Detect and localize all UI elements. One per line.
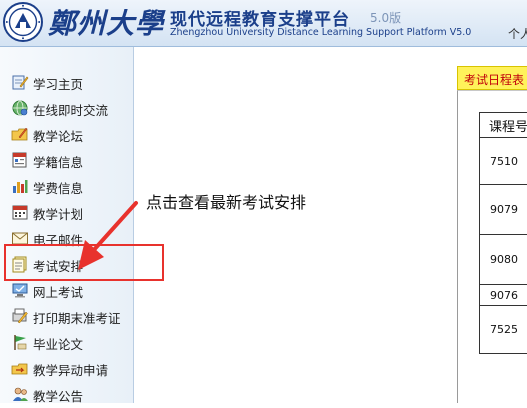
table-cell-course-no: 9076 xyxy=(480,285,527,306)
notebook-pencil-icon xyxy=(11,73,29,91)
sidebar-item-thesis[interactable]: 毕业论文 xyxy=(0,330,133,356)
chat-globe-icon xyxy=(11,99,29,117)
fee-chart-icon xyxy=(11,177,29,195)
table-row: 9079 xyxy=(480,185,527,235)
university-logo-text: 鄭州大學 xyxy=(48,2,164,42)
sidebar-item-label: 毕业论文 xyxy=(33,334,83,353)
change-request-icon xyxy=(11,359,29,377)
tab-exam-schedule[interactable]: 考试日程表 xyxy=(457,66,527,90)
sidebar-item-print-admission-ticket[interactable]: 打印期末准考证 xyxy=(0,304,133,330)
table-cell-course-no: 7510 xyxy=(480,138,527,185)
print-pencil-icon xyxy=(11,307,29,325)
sidebar-item-tuition[interactable]: 学费信息 xyxy=(0,174,133,200)
table-row: 9080 xyxy=(480,235,527,285)
table-cell-course-no: 7525 xyxy=(480,306,527,354)
platform-title-en: Zhengzhou University Distance Learning S… xyxy=(170,27,471,38)
thesis-flag-icon xyxy=(11,333,29,351)
sidebar-item-forum[interactable]: 教学论坛 xyxy=(0,122,133,148)
sidebar-item-label: 打印期末准考证 xyxy=(33,308,121,327)
tab-label: 考试日程表 xyxy=(464,71,524,88)
sidebar-item-label: 教学论坛 xyxy=(33,126,83,145)
university-seal-icon xyxy=(3,2,43,42)
sidebar-item-label: 教学计划 xyxy=(33,204,83,223)
forum-folder-icon xyxy=(11,125,29,143)
table-header-row: 课程号 xyxy=(480,113,527,138)
student-record-icon xyxy=(11,151,29,169)
table-cell-course-no: 9080 xyxy=(480,235,527,285)
sidebar-item-label: 学费信息 xyxy=(33,178,83,197)
table-row: 7510 xyxy=(480,138,527,185)
nav-list: 学习主页 在线即时交流 教学论坛 xyxy=(0,70,133,408)
table-cell-course-no: 9079 xyxy=(480,185,527,235)
table-row: 7525 xyxy=(480,306,527,354)
column-header-course-no: 课程号 xyxy=(480,113,527,138)
sidebar-item-online-chat[interactable]: 在线即时交流 xyxy=(0,96,133,122)
table-row: 9076 xyxy=(480,285,527,306)
announcement-icon xyxy=(11,385,29,403)
online-exam-icon xyxy=(11,281,29,299)
sidebar-item-study-home[interactable]: 学习主页 xyxy=(0,70,133,96)
annotation-hint-text: 点击查看最新考试安排 xyxy=(146,189,306,213)
sidebar-item-label: 学习主页 xyxy=(33,74,83,93)
sidebar-item-label: 学籍信息 xyxy=(33,152,83,171)
annotation-highlight-box xyxy=(4,244,164,281)
sidebar-item-online-exam[interactable]: 网上考试 xyxy=(0,278,133,304)
exam-schedule-table: 课程号 7510 9079 9080 9076 7525 xyxy=(479,112,527,354)
sidebar-item-change-request[interactable]: 教学异动申请 xyxy=(0,356,133,382)
sidebar-item-label: 在线即时交流 xyxy=(33,100,108,119)
sidebar-item-label: 教学异动申请 xyxy=(33,360,108,379)
sidebar-nav: 学习主页 在线即时交流 教学论坛 xyxy=(0,47,134,403)
sidebar-item-label: 教学公告 xyxy=(33,386,83,405)
header-personal-link[interactable]: 个人 xyxy=(508,25,527,42)
platform-version: 5.0版 xyxy=(370,9,401,26)
sidebar-item-label: 网上考试 xyxy=(33,282,83,301)
calendar-icon xyxy=(11,203,29,221)
sidebar-item-announcement[interactable]: 教学公告 xyxy=(0,382,133,408)
sidebar-item-student-record[interactable]: 学籍信息 xyxy=(0,148,133,174)
sidebar-item-teaching-plan[interactable]: 教学计划 xyxy=(0,200,133,226)
header-banner: 鄭州大學 现代远程教育支撑平台 5.0版 Zhengzhou Universit… xyxy=(0,0,527,47)
